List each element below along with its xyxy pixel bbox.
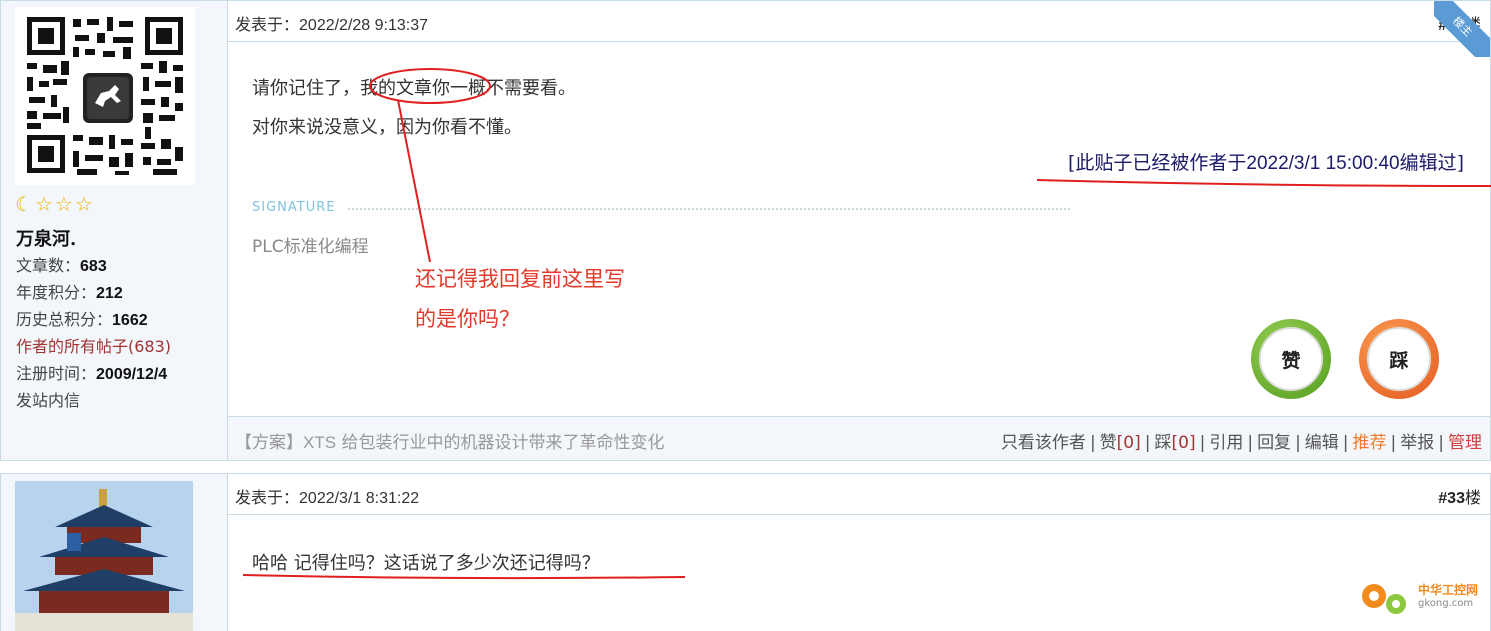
annotation-line-1: 还记得我回复前这里写 <box>415 267 625 291</box>
post-main: 发表于：2022/2/28 9:13:37 #32楼 楼主 请你记住了，我的文章… <box>228 1 1490 460</box>
report-link[interactable]: 举报 <box>1400 433 1434 453</box>
edited-notice: [此贴子已经被作者于2022/3/1 15:00:40编辑过] <box>1068 148 1464 175</box>
dislike-count: [0] <box>1171 433 1196 453</box>
author-name[interactable]: 万泉河. <box>16 225 76 251</box>
like-vote-label: 赞 <box>1281 349 1301 372</box>
floor-number[interactable]: #33楼 <box>1438 484 1481 508</box>
edited-time: 2022/3/1 15:00:40 <box>1246 153 1400 174</box>
edit-link[interactable]: 编辑 <box>1305 433 1339 453</box>
dislike-vote-button[interactable]: 踩 <box>1359 319 1439 399</box>
like-label: 赞 <box>1099 433 1117 453</box>
only-author-link[interactable]: 只看该作者 <box>1001 433 1086 453</box>
year-points-value: 212 <box>96 285 123 302</box>
thumbs-up-icon: 赞 <box>1259 327 1323 391</box>
post-footer: 【方案】XTS 给包装行业中的机器设计带来了革命性变化 只看该作者 | 赞[0] | 踩… <box>228 416 1490 460</box>
posted-label: 发表于： <box>235 488 300 507</box>
total-points-label: 历史总积分： <box>16 310 113 329</box>
post-line-1: 请你记住了，我的文章你一概不需要看。 <box>252 78 576 99</box>
floor-suffix: 楼 <box>1464 488 1481 507</box>
reply-link[interactable]: 回复 <box>1257 433 1291 453</box>
year-points-label: 年度积分： <box>16 283 97 302</box>
reg-label: 注册时间： <box>16 364 97 383</box>
all-posts-link[interactable]: 作者的所有帖子(683) <box>16 333 171 357</box>
star-icon: ☆ <box>74 194 93 216</box>
post-33: 发表于：2022/3/1 8:31:22 #33楼 哈哈 记得住吗？这话说了多少… <box>0 473 1491 631</box>
dislike-vote-label: 踩 <box>1389 349 1409 372</box>
edited-close: 编辑过] <box>1399 152 1464 174</box>
post-32: ☾ ☆ ☆ ☆ 万泉河. 文章数：683 年度积分：212 历史总积分：1662… <box>0 0 1491 461</box>
author-sidebar <box>1 474 228 631</box>
dislike-label: 踩 <box>1154 433 1172 453</box>
op-ribbon: 楼主 <box>1434 1 1490 57</box>
like-count: [0] <box>1116 433 1141 453</box>
post-main: 发表于：2022/3/1 8:31:22 #33楼 哈哈 记得住吗？这话说了多少… <box>228 474 1490 631</box>
posted-time: 发表于：2022/3/1 8:31:22 <box>235 484 419 508</box>
watermark-en: gkong.com <box>1417 598 1474 609</box>
signature-text: PLC标准化编程 <box>252 232 369 257</box>
posted-time: 发表于：2022/2/28 9:13:37 <box>235 11 428 35</box>
edited-open: [此贴子已经被作者于 <box>1067 152 1247 174</box>
signature-divider <box>348 208 1070 210</box>
author-sidebar: ☾ ☆ ☆ ☆ 万泉河. 文章数：683 年度积分：212 历史总积分：1662… <box>1 1 228 460</box>
post-actions: 只看该作者 | 赞[0] | 踩[0] | 引用 | 回复 | 编辑 | 推荐 | 举报 | 管理 <box>1000 433 1482 453</box>
total-points-value: 1662 <box>112 312 148 329</box>
site-watermark: 中华工控网 gkong.com <box>1356 574 1478 620</box>
signature-rest: 标准化编程 <box>283 237 369 257</box>
recommend-link[interactable]: 推荐 <box>1353 433 1387 453</box>
author-year-points: 年度积分：212 <box>16 279 123 303</box>
crescent-moon-icon: ☾ <box>15 194 33 216</box>
send-message-link[interactable]: 发站内信 <box>16 387 80 411</box>
articles-label: 文章数： <box>16 256 81 275</box>
reg-date-value: 2009/12/4 <box>96 366 168 383</box>
signature-label: SIGNATURE <box>252 200 336 215</box>
manage-link[interactable]: 管理 <box>1448 433 1482 453</box>
gear-logo-icon <box>1361 584 1406 614</box>
like-link[interactable]: 赞[0] <box>1100 433 1141 453</box>
rec-en: XTS <box>303 433 337 452</box>
recommended-link[interactable]: 【方案】XTS 给包装行业中的机器设计带来了革命性变化 <box>235 428 664 453</box>
posted-label: 发表于： <box>235 15 300 34</box>
articles-value: 683 <box>80 258 107 275</box>
rank-stars: ☾ ☆ ☆ ☆ <box>15 194 93 218</box>
rec-rest: 给包装行业中的机器设计带来了革命性变化 <box>336 433 665 453</box>
post-line-1: 哈哈 记得住吗？这话说了多少次还记得吗？ <box>252 553 600 574</box>
star-icon: ☆ <box>54 194 73 216</box>
posted-time-value: 2022/2/28 9:13:37 <box>299 17 429 34</box>
author-reg-date: 注册时间：2009/12/4 <box>16 360 167 384</box>
post-header: 发表于：2022/2/28 9:13:37 #32楼 <box>228 1 1490 42</box>
watermark-cn: 中华工控网 <box>1417 583 1478 597</box>
author-articles: 文章数：683 <box>16 252 107 276</box>
posted-time-value: 2022/3/1 8:31:22 <box>299 490 420 507</box>
rec-open: 【方案】 <box>235 433 303 453</box>
author-total-points: 历史总积分：1662 <box>16 306 148 330</box>
dislike-link[interactable]: 踩[0] <box>1155 433 1196 453</box>
qr-code-avatar[interactable] <box>15 7 195 185</box>
signature-prefix: PLC <box>252 237 284 257</box>
post-line-2: 对你来说没意义，因为你看不懂。 <box>252 117 522 138</box>
floor-num: #33 <box>1438 490 1465 507</box>
post-header: 发表于：2022/3/1 8:31:22 #33楼 <box>228 474 1490 515</box>
user-avatar[interactable] <box>15 481 193 631</box>
op-ribbon-label: 楼主 <box>1434 1 1490 57</box>
like-vote-button[interactable]: 赞 <box>1251 319 1331 399</box>
thumbs-down-icon: 踩 <box>1367 327 1431 391</box>
annotation-line-2: 的是你吗？ <box>415 307 520 331</box>
star-icon: ☆ <box>34 194 53 216</box>
quote-link[interactable]: 引用 <box>1209 433 1243 453</box>
